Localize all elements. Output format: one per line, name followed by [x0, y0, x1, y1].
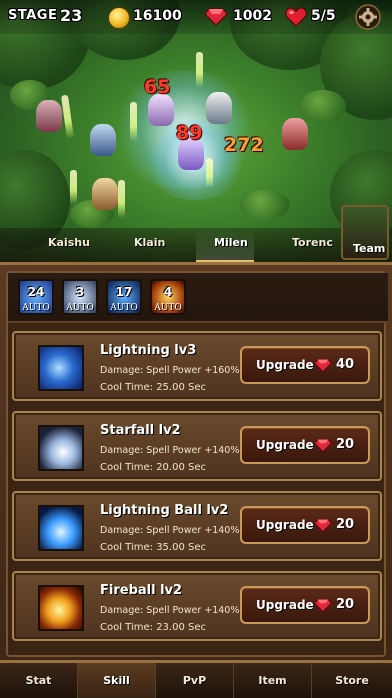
gem-icon	[314, 599, 332, 613]
stage-number: 23	[60, 6, 83, 25]
team-label: Team	[353, 242, 386, 255]
slot-count: 3	[75, 285, 85, 299]
upgrade-label: Upgrade	[256, 438, 314, 452]
upgrade-label: Upgrade	[256, 518, 314, 532]
hero-selector: Kaishu Klain Milen Torenc	[0, 228, 392, 262]
skill-damage: Damage: Spell Power +160%	[100, 365, 240, 376]
skill-name: Lightning Ball lv2	[100, 503, 229, 518]
gear-icon[interactable]	[355, 4, 381, 30]
nav-tab-stat[interactable]: Stat	[0, 663, 78, 698]
upgrade-button[interactable]: Upgrade 20	[240, 506, 370, 544]
fireball-icon	[38, 585, 84, 631]
damage-number: 65	[144, 76, 171, 98]
upgrade-button[interactable]: Upgrade 20	[240, 586, 370, 624]
slot-count: 17	[115, 285, 133, 299]
skill-card-lightning: Lightning lv3 Damage: Spell Power +160% …	[12, 331, 382, 401]
enemy-sprite	[282, 118, 308, 150]
gold-amount: 16100	[133, 8, 182, 24]
skill-card-starfall: Starfall lv2 Damage: Spell Power +140% C…	[12, 411, 382, 481]
coin-icon	[108, 7, 130, 29]
upgrade-cost: 20	[336, 517, 355, 532]
skill-slot-lightning-ball[interactable]: 17 AUTO	[106, 279, 142, 315]
light-beam	[60, 94, 75, 140]
light-beam	[196, 52, 203, 88]
skill-slot-starfall[interactable]: 3 AUTO	[62, 279, 98, 315]
skill-damage: Damage: Spell Power +140%	[100, 525, 240, 536]
upgrade-label: Upgrade	[256, 598, 314, 612]
upgrade-button[interactable]: Upgrade 20	[240, 426, 370, 464]
bush	[300, 90, 346, 122]
battle-scene: 65 89 272 STAGE 23 16100 1002 5/5 Kaishu…	[0, 0, 392, 262]
hero-sprite	[36, 100, 62, 132]
light-beam	[70, 170, 77, 204]
skill-panel: 24 AUTO 3 AUTO 17 AUTO 4 AUTO Lightning …	[0, 262, 392, 660]
hero-sprite	[90, 124, 116, 156]
lightning-ball-icon	[38, 505, 84, 551]
gem-icon	[314, 519, 332, 533]
damage-number: 272	[224, 134, 264, 156]
skill-card-fireball: Fireball lv2 Damage: Spell Power +140% C…	[12, 571, 382, 641]
hud-bar: STAGE 23 16100 1002 5/5	[0, 0, 392, 34]
upgrade-cost: 40	[336, 357, 355, 372]
skill-cooldown: Cool Time: 35.00 Sec	[100, 542, 207, 553]
nav-tab-pvp[interactable]: PvP	[156, 663, 234, 698]
skill-cooldown: Cool Time: 23.00 Sec	[100, 622, 207, 633]
skill-name: Lightning lv3	[100, 343, 197, 358]
skill-panel-inner: 24 AUTO 3 AUTO 17 AUTO 4 AUTO Lightning …	[6, 271, 388, 657]
heart-icon	[285, 7, 307, 27]
hero-tab-klain[interactable]: Klain	[134, 236, 165, 249]
enemy-sprite	[206, 92, 232, 124]
skill-card-lightning-ball: Lightning Ball lv2 Damage: Spell Power +…	[12, 491, 382, 561]
gem-icon	[314, 359, 332, 373]
gem-amount: 1002	[233, 8, 272, 24]
skill-name: Fireball lv2	[100, 583, 183, 598]
light-beam	[118, 180, 125, 218]
stage-label: STAGE	[8, 8, 58, 23]
upgrade-label: Upgrade	[256, 358, 314, 372]
gem-icon	[314, 439, 332, 453]
nav-tab-item[interactable]: Item	[234, 663, 312, 698]
bottom-nav: Stat Skill PvP Item Store	[0, 660, 392, 698]
slot-count: 24	[27, 285, 45, 299]
hero-tab-torenc[interactable]: Torenc	[292, 236, 333, 249]
skill-slot-bar: 24 AUTO 3 AUTO 17 AUTO 4 AUTO	[8, 273, 388, 323]
hero-tab-kaishu[interactable]: Kaishu	[48, 236, 90, 249]
lightning-icon	[38, 345, 84, 391]
skill-slot-lightning[interactable]: 24 AUTO	[18, 279, 54, 315]
nav-tab-skill[interactable]: Skill	[78, 663, 156, 698]
skill-name: Starfall lv2	[100, 423, 181, 438]
slot-auto-label: AUTO	[110, 303, 138, 313]
nav-tab-store[interactable]: Store	[312, 663, 392, 698]
hero-sprite	[148, 94, 174, 126]
light-beam	[206, 158, 213, 188]
skill-cooldown: Cool Time: 25.00 Sec	[100, 382, 207, 393]
hero-tab-milen[interactable]: Milen	[214, 236, 248, 249]
skill-damage: Damage: Spell Power +140%	[100, 445, 240, 456]
skill-slot-fireball[interactable]: 4 AUTO	[150, 279, 186, 315]
gem-icon	[204, 8, 228, 26]
starfall-icon	[38, 425, 84, 471]
hero-sprite	[92, 178, 118, 210]
upgrade-cost: 20	[336, 597, 355, 612]
upgrade-button[interactable]: Upgrade 40	[240, 346, 370, 384]
lives-counter: 5/5	[311, 8, 336, 24]
skill-damage: Damage: Spell Power +140%	[100, 605, 240, 616]
slot-auto-label: AUTO	[154, 303, 182, 313]
slot-auto-label: AUTO	[22, 303, 50, 313]
upgrade-cost: 20	[336, 437, 355, 452]
skill-cooldown: Cool Time: 20.00 Sec	[100, 462, 207, 473]
light-beam	[130, 102, 137, 142]
slot-auto-label: AUTO	[66, 303, 94, 313]
slot-count: 4	[163, 285, 173, 299]
damage-number: 89	[176, 122, 203, 144]
bush	[240, 190, 290, 220]
